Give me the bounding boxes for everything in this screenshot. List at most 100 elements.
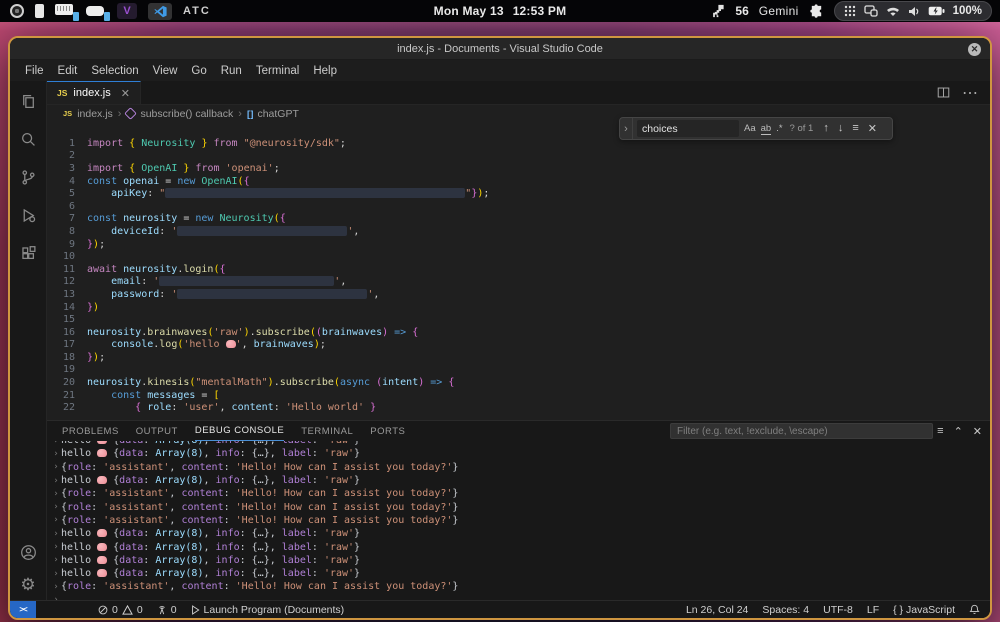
problems-status[interactable]: 0 0: [98, 604, 143, 616]
split-editor-icon[interactable]: [937, 86, 950, 99]
eol-sequence[interactable]: LF: [867, 604, 879, 616]
settings-gear-icon[interactable]: ⚙: [16, 572, 40, 596]
expand-icon[interactable]: ›: [51, 515, 61, 525]
menu-edit[interactable]: Edit: [51, 65, 85, 77]
menu-go[interactable]: Go: [184, 65, 213, 77]
code-line[interactable]: 5 apiKey: ""});: [47, 187, 990, 200]
menubar-clock[interactable]: Mon May 13 12:53 PM: [434, 4, 567, 18]
explorer-icon[interactable]: [16, 89, 40, 113]
find-previous-icon[interactable]: ↑: [823, 122, 829, 135]
panel-close-icon[interactable]: ✕: [973, 425, 982, 438]
vscode-app-icon[interactable]: [148, 3, 172, 20]
expand-icon[interactable]: ›: [51, 441, 61, 446]
expand-icon[interactable]: ›: [51, 569, 61, 579]
code-line[interactable]: 11await neurosity.login({: [47, 263, 990, 276]
system-menu-icon[interactable]: [10, 4, 24, 18]
breadcrumb-symbol[interactable]: chatGPT: [257, 108, 298, 120]
expand-icon[interactable]: ›: [51, 502, 61, 512]
find-close-icon[interactable]: ✕: [868, 122, 877, 135]
gemini-label[interactable]: Gemini: [759, 4, 799, 18]
expand-icon[interactable]: ›: [51, 529, 61, 539]
code-line[interactable]: 4const openai = new OpenAI({: [47, 175, 990, 188]
source-control-icon[interactable]: [16, 165, 40, 189]
code-line[interactable]: 16neurosity.brainwaves('raw').subscribe(…: [47, 326, 990, 339]
code-line[interactable]: 3import { OpenAI } from 'openai';: [47, 162, 990, 175]
menu-view[interactable]: View: [146, 65, 185, 77]
console-filter-input[interactable]: [670, 423, 933, 439]
code-line[interactable]: 8 deviceId: '',: [47, 225, 990, 238]
line-text: apiKey: ""});: [75, 188, 489, 199]
code-line[interactable]: 21 const messages = [: [47, 389, 990, 402]
find-input[interactable]: [637, 120, 739, 137]
extensions-icon[interactable]: [16, 241, 40, 265]
panel-maximize-icon[interactable]: ⌃: [954, 425, 963, 438]
find-in-selection-icon[interactable]: ≡: [852, 122, 858, 135]
window-titlebar[interactable]: index.js - Documents - Visual Studio Cod…: [10, 38, 990, 60]
code-line[interactable]: 18});: [47, 351, 990, 364]
panel-tab-output[interactable]: OUTPUT: [136, 421, 178, 441]
code-line[interactable]: 19: [47, 364, 990, 377]
launch-program-button[interactable]: Launch Program (Documents): [191, 604, 345, 616]
search-icon[interactable]: [16, 127, 40, 151]
code-line[interactable]: 10: [47, 250, 990, 263]
language-mode[interactable]: { } JavaScript: [893, 604, 955, 616]
indentation[interactable]: Spaces: 4: [762, 604, 809, 616]
vpn-app-icon[interactable]: V: [117, 3, 137, 19]
menu-run[interactable]: Run: [214, 65, 249, 77]
code-line[interactable]: 13 password: '',: [47, 288, 990, 301]
code-line[interactable]: 17 console.log('hello ', brainwaves);: [47, 339, 990, 352]
expand-icon[interactable]: ›: [51, 489, 61, 499]
debug-console-output[interactable]: ›hello {data: Array(8), info: {…}, label…: [47, 441, 990, 600]
code-line[interactable]: 20neurosity.kinesis("mentalMath").subscr…: [47, 376, 990, 389]
menu-terminal[interactable]: Terminal: [249, 65, 306, 77]
storage-tray-item[interactable]: [86, 4, 106, 19]
run-debug-icon[interactable]: [16, 203, 40, 227]
tab-indexjs[interactable]: JS index.js ✕: [47, 81, 141, 104]
regex-toggle[interactable]: .*: [776, 123, 782, 135]
window-close-button[interactable]: ✕: [968, 43, 981, 56]
expand-icon[interactable]: ›: [51, 449, 61, 459]
find-next-icon[interactable]: ↓: [838, 122, 844, 135]
code-line[interactable]: 2: [47, 150, 990, 163]
filter-list-icon[interactable]: ≡: [937, 425, 943, 437]
code-line[interactable]: 6: [47, 200, 990, 213]
menu-selection[interactable]: Selection: [84, 65, 145, 77]
accounts-icon[interactable]: [16, 540, 40, 564]
menu-file[interactable]: File: [18, 65, 51, 77]
panel-tab-ports[interactable]: PORTS: [370, 421, 405, 441]
code-line[interactable]: 7const neurosity = new Neurosity({: [47, 213, 990, 226]
match-case-toggle[interactable]: Aa: [744, 123, 756, 135]
extensions-puzzle-icon[interactable]: [809, 4, 824, 19]
panel-tab-problems[interactable]: PROBLEMS: [62, 421, 119, 441]
remote-indicator[interactable]: ><: [10, 601, 36, 618]
panel-tab-terminal[interactable]: TERMINAL: [301, 421, 353, 441]
code-line[interactable]: 15: [47, 313, 990, 326]
keyboard-tray-item[interactable]: [55, 4, 75, 19]
expand-icon[interactable]: ›: [51, 555, 61, 565]
encoding[interactable]: UTF-8: [823, 604, 853, 616]
display-icon[interactable]: [35, 4, 44, 18]
breadcrumb-symbol[interactable]: subscribe() callback: [140, 108, 233, 120]
breadcrumb-file[interactable]: index.js: [77, 108, 113, 120]
code-line[interactable]: 12 email: '',: [47, 276, 990, 289]
expand-icon[interactable]: ›: [51, 542, 61, 552]
ports-status[interactable]: 0: [157, 604, 177, 616]
code-editor[interactable]: 1import { Neurosity } from "@neurosity/s…: [47, 122, 990, 420]
tab-close-icon[interactable]: ✕: [121, 87, 130, 100]
expand-icon[interactable]: ›: [51, 462, 61, 472]
menu-help[interactable]: Help: [306, 65, 344, 77]
panel-tab-debug-console[interactable]: DEBUG CONSOLE: [195, 421, 284, 441]
system-tray[interactable]: 100%: [834, 1, 992, 21]
editor-more-actions-icon[interactable]: ⋯: [962, 83, 978, 103]
notifications-bell-icon[interactable]: [969, 604, 980, 615]
whole-word-toggle[interactable]: ab: [761, 123, 772, 135]
cursor-position[interactable]: Ln 26, Col 24: [686, 604, 748, 616]
code-line[interactable]: 9});: [47, 238, 990, 251]
expand-icon[interactable]: ›: [51, 476, 61, 486]
code-line[interactable]: 14}): [47, 301, 990, 314]
expand-icon[interactable]: ›: [51, 582, 61, 592]
dino-icon[interactable]: [710, 4, 725, 18]
find-expand-icon[interactable]: ›: [620, 118, 633, 139]
code-line[interactable]: 22 { role: 'user', content: 'Hello world…: [47, 401, 990, 414]
token: role: [67, 488, 91, 499]
